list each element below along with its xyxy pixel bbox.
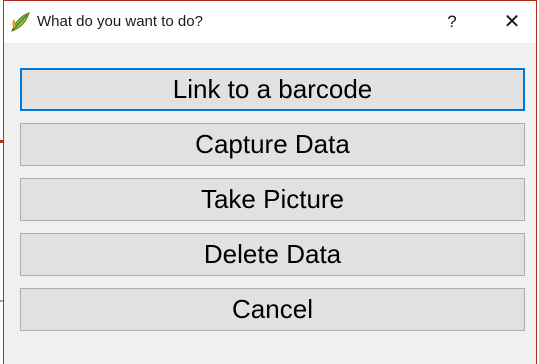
link-to-barcode-button[interactable]: Link to a barcode — [20, 68, 525, 111]
action-button-list: Link to a barcode Capture Data Take Pict… — [20, 68, 525, 331]
capture-data-button[interactable]: Capture Data — [20, 123, 525, 166]
app-leaf-icon — [9, 11, 31, 33]
screen: What do you want to do? ? ✕ Link to a ba… — [0, 0, 539, 364]
help-button[interactable]: ? — [442, 9, 462, 35]
cancel-button[interactable]: Cancel — [20, 288, 525, 331]
delete-data-button[interactable]: Delete Data — [20, 233, 525, 276]
action-dialog: What do you want to do? ? ✕ Link to a ba… — [3, 0, 537, 364]
close-button[interactable]: ✕ — [498, 9, 526, 35]
title-bar[interactable]: What do you want to do? ? ✕ — [4, 1, 536, 43]
take-picture-button[interactable]: Take Picture — [20, 178, 525, 221]
dialog-title: What do you want to do? — [37, 13, 203, 30]
